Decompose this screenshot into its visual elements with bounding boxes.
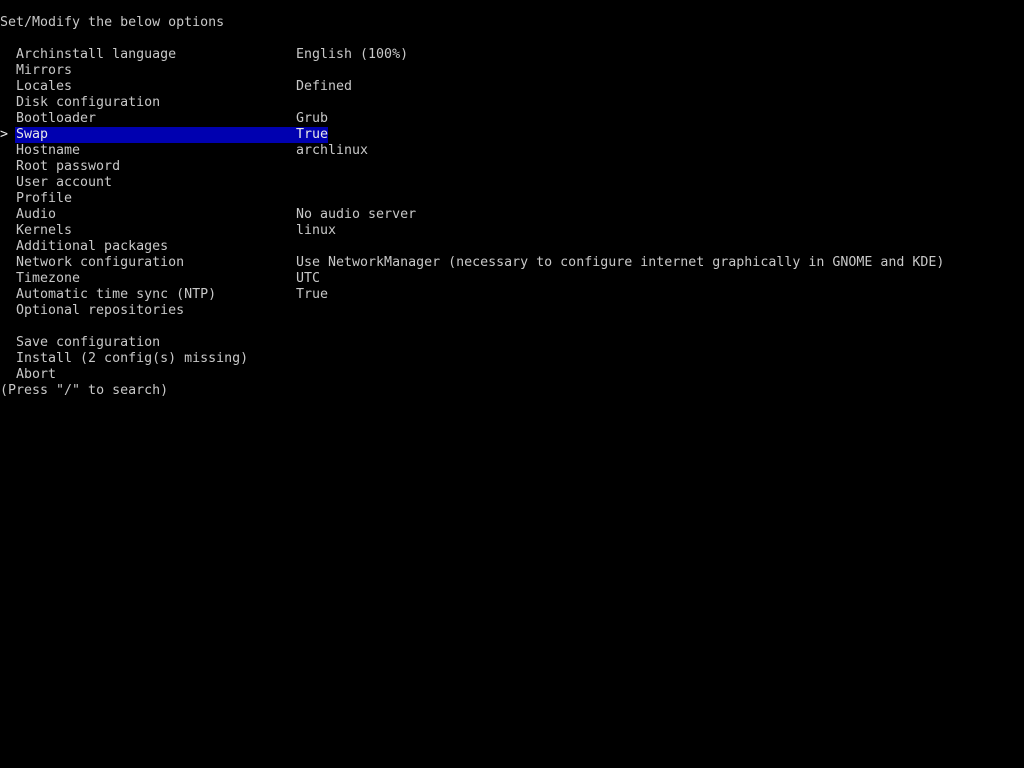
menu-item-value: True [296,127,329,142]
menu-title: Set/Modify the below options [0,15,225,30]
menu-item-optional-repositories[interactable]: Optional repositories [0,303,1024,319]
menu-item-value: linux [296,223,337,238]
action-label: Abort [16,367,57,382]
menu-item-value: UTC [296,271,321,286]
menu-item-label: Bootloader [16,111,97,126]
menu-item-label: Hostname [16,143,81,158]
menu-item-label: Root password [16,159,121,174]
menu-item-additional-packages[interactable]: Additional packages [0,239,1024,255]
menu-item-label: Automatic time sync (NTP) [16,287,217,302]
menu-item-label: Audio [16,207,57,222]
menu-item-label: Swap [16,127,49,142]
menu-item-label: Kernels [16,223,73,238]
cursor-arrow-icon: > [0,127,9,142]
menu-item-label: Locales [16,79,73,94]
menu-item-automatic-time-sync[interactable]: Automatic time sync (NTP) True [0,287,1024,303]
menu-item-timezone[interactable]: Timezone UTC [0,271,1024,287]
menu-item-label: Archinstall language [16,47,177,62]
menu-item-archinstall-language[interactable]: Archinstall language English (100%) [0,47,1024,63]
abort-button[interactable]: Abort [0,367,1024,383]
terminal-screen: Set/Modify the below options Archinstall… [0,15,1024,399]
menu-item-label: Profile [16,191,73,206]
menu-item-kernels[interactable]: Kernels linux [0,223,1024,239]
menu-item-hostname[interactable]: Hostname archlinux [0,143,1024,159]
actions-menu: Save configuration Install (2 config(s) … [0,335,1024,383]
search-hint: (Press "/" to search) [0,383,169,398]
menu-item-mirrors[interactable]: Mirrors [0,63,1024,79]
menu-item-value: English (100%) [296,47,409,62]
menu-item-label: Optional repositories [16,303,185,318]
menu-item-disk-configuration[interactable]: Disk configuration [0,95,1024,111]
menu-item-label: Network configuration [16,255,185,270]
menu-item-swap[interactable]: > Swap True [0,127,1024,143]
menu-item-value: Defined [296,79,353,94]
menu-item-value: Grub [296,111,329,126]
menu-item-value: True [296,287,329,302]
action-label: Install (2 config(s) missing) [16,351,249,366]
menu-item-label: Mirrors [16,63,73,78]
menu-item-label: Disk configuration [16,95,161,110]
menu-item-value: Use NetworkManager (necessary to configu… [296,255,945,270]
menu-item-root-password[interactable]: Root password [0,159,1024,175]
menu-item-network-configuration[interactable]: Network configuration Use NetworkManager… [0,255,1024,271]
menu-item-profile[interactable]: Profile [0,191,1024,207]
menu-item-user-account[interactable]: User account [0,175,1024,191]
install-button[interactable]: Install (2 config(s) missing) [0,351,1024,367]
menu-item-label: Additional packages [16,239,169,254]
menu-item-audio[interactable]: Audio No audio server [0,207,1024,223]
menu-item-value: No audio server [296,207,417,222]
selection-highlight [15,127,328,143]
save-configuration-button[interactable]: Save configuration [0,335,1024,351]
menu-item-label: Timezone [16,271,81,286]
menu-item-locales[interactable]: Locales Defined [0,79,1024,95]
options-menu: Archinstall language English (100%) Mirr… [0,47,1024,319]
menu-item-bootloader[interactable]: Bootloader Grub [0,111,1024,127]
menu-item-label: User account [16,175,113,190]
menu-item-value: archlinux [296,143,369,158]
action-label: Save configuration [16,335,161,350]
